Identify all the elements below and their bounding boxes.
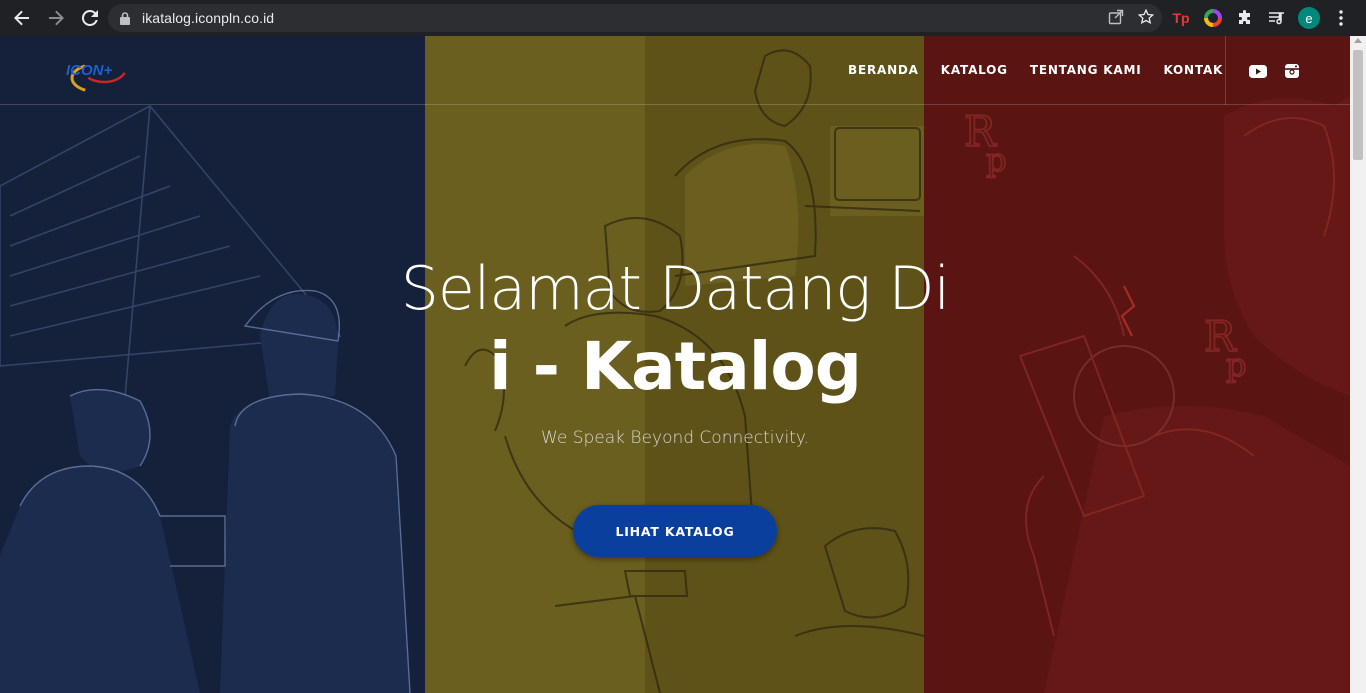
scroll-up-arrow-icon[interactable] [1354, 38, 1362, 43]
chrome-menu-icon[interactable] [1330, 7, 1352, 29]
media-queue-icon[interactable] [1266, 7, 1288, 29]
nav-beranda[interactable]: BERANDA [848, 63, 919, 77]
main-navigation: BERANDA KATALOG TENTANG KAMI KONTAK [848, 63, 1223, 77]
puzzle-extensions-icon[interactable] [1234, 7, 1256, 29]
browser-toolbar: ikatalog.iconpln.co.id Tp e [0, 0, 1366, 36]
tp-extension-icon[interactable]: Tp [1170, 7, 1192, 29]
address-bar[interactable]: ikatalog.iconpln.co.id [108, 4, 1162, 32]
instagram-icon[interactable] [1285, 64, 1299, 83]
lock-icon [120, 11, 132, 25]
url-text: ikatalog.iconpln.co.id [142, 10, 275, 26]
back-icon[interactable] [6, 2, 38, 34]
hero-title: i - Katalog [489, 328, 862, 405]
iconplus-logo[interactable]: ICON+ [64, 44, 136, 94]
reload-icon[interactable] [74, 2, 106, 34]
youtube-icon[interactable] [1249, 64, 1267, 83]
hero-tagline: We Speak Beyond Connectivity. [541, 428, 809, 448]
page-scrollbar[interactable] [1350, 36, 1366, 693]
scrollbar-thumb[interactable] [1353, 50, 1363, 160]
nav-katalog[interactable]: KATALOG [941, 63, 1008, 77]
header-divider [1225, 36, 1226, 105]
profile-avatar[interactable]: e [1298, 7, 1320, 29]
share-icon[interactable] [1108, 9, 1124, 28]
nav-kontak[interactable]: KONTAK [1163, 63, 1223, 77]
nav-tentang-kami[interactable]: TENTANG KAMI [1030, 63, 1142, 77]
color-wheel-extension-icon[interactable] [1202, 7, 1224, 29]
forward-icon[interactable] [40, 2, 72, 34]
bookmark-star-icon[interactable] [1137, 8, 1155, 28]
web-page: R p R p ICON+ BERANDA KATALOG TENTANG KA… [0, 36, 1366, 693]
lihat-katalog-button[interactable]: LIHAT KATALOG [573, 505, 777, 557]
site-header: ICON+ BERANDA KATALOG TENTANG KAMI KONTA… [0, 36, 1350, 105]
hero-welcome-text: Selamat Datang Di [400, 254, 951, 324]
svg-text:p: p [986, 141, 1006, 179]
brand-wordmark: ICON+ [66, 62, 113, 79]
social-links [1249, 64, 1299, 83]
